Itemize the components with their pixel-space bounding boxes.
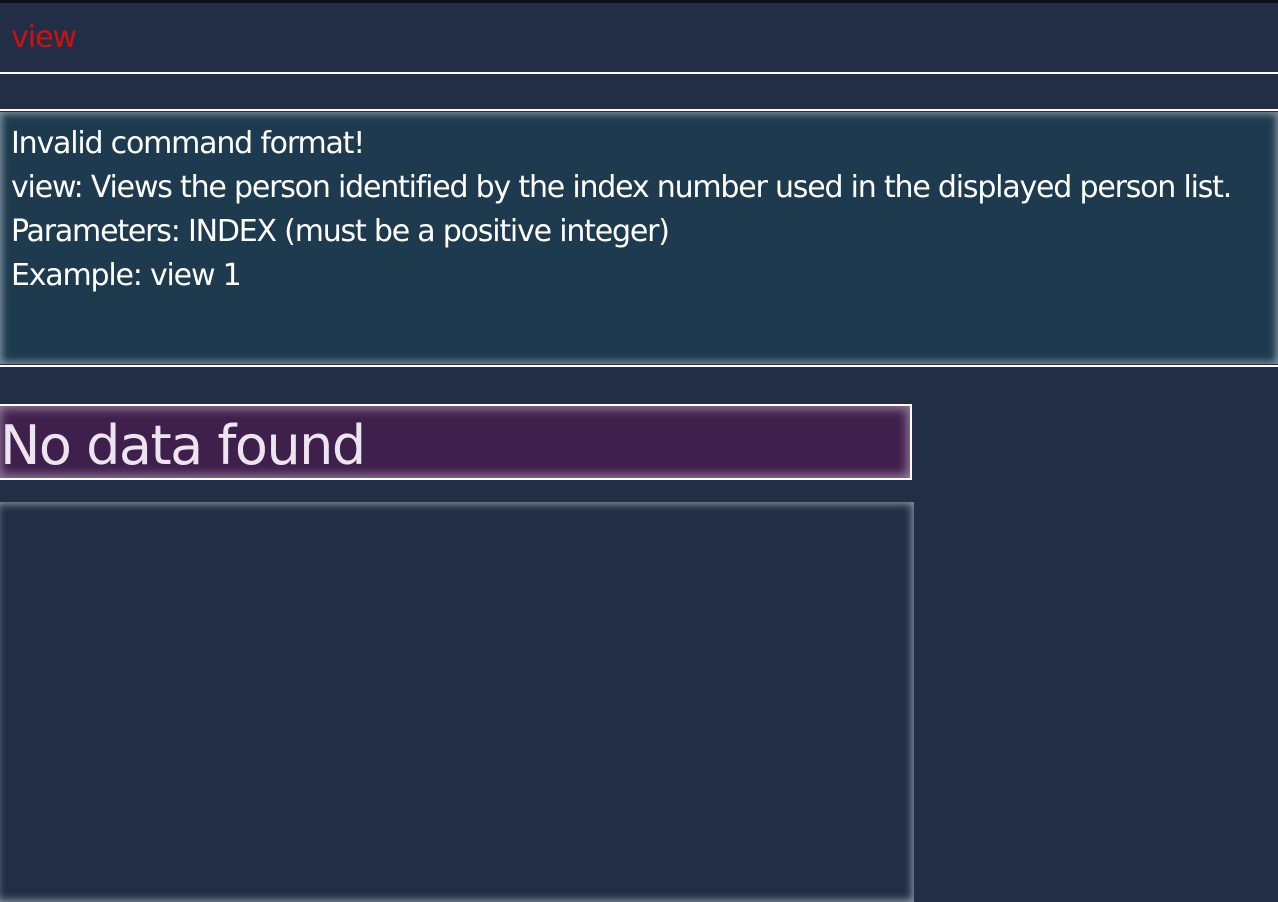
result-line: Invalid command format!	[11, 126, 365, 161]
result-display: Invalid command format! view: Views the …	[0, 112, 1278, 364]
empty-state-message: No data found	[0, 414, 366, 477]
result-line: Example: view 1	[11, 258, 242, 293]
divider	[0, 72, 1278, 74]
empty-state-banner: No data found	[0, 404, 912, 480]
person-list-panel	[0, 502, 914, 902]
result-line: view: Views the person identified by the…	[11, 170, 1232, 205]
result-line: Parameters: INDEX (must be a positive in…	[11, 214, 670, 249]
command-input[interactable]	[9, 19, 1213, 56]
divider	[0, 109, 1278, 111]
command-box[interactable]	[0, 3, 1278, 72]
divider	[0, 365, 1278, 367]
